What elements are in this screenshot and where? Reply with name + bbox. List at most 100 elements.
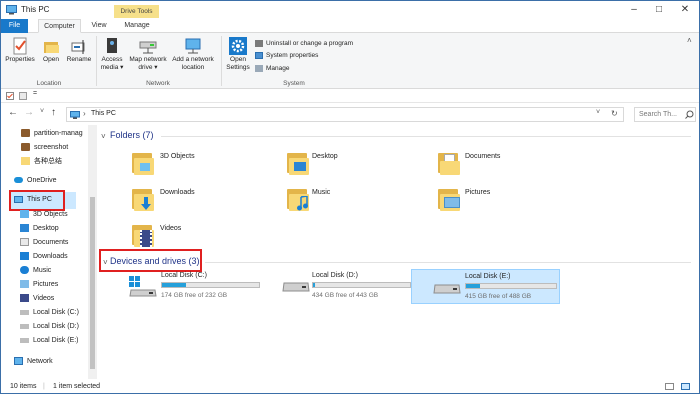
uninstall-program-button[interactable]: Uninstall or change a program: [255, 39, 365, 49]
explorer-window: This PC Drive Tools – □ ✕ File Computer …: [0, 0, 700, 394]
tab-view[interactable]: View: [85, 19, 113, 33]
close-button[interactable]: ✕: [672, 1, 698, 19]
checkmark-properties-icon: [13, 37, 27, 55]
pictures-icon: [20, 280, 29, 289]
status-item-count: 10 items: [10, 383, 37, 390]
devices-section-title[interactable]: Devices and drives (3): [110, 256, 200, 266]
back-button[interactable]: ←: [8, 107, 18, 118]
folder-tile-downloads[interactable]: Downloads: [132, 187, 262, 215]
window-title: This PC: [21, 5, 50, 14]
status-divider: |: [43, 383, 45, 390]
folder-icon: [21, 157, 30, 166]
add-location-label-1: Add a network: [172, 56, 214, 63]
address-this-pc[interactable]: This PC: [91, 110, 116, 117]
sidebar-item-network[interactable]: Network: [14, 355, 86, 369]
large-icons-view-icon[interactable]: [681, 383, 690, 390]
collapse-folders-icon[interactable]: ˅: [101, 132, 106, 141]
sidebar-item-label: Network: [27, 358, 53, 365]
sidebar-item-3d-objects[interactable]: 3D Objects: [20, 208, 88, 222]
drive-label: Local Disk (E:): [465, 273, 511, 280]
this-pc-icon: [70, 111, 80, 119]
recent-locations-button[interactable]: ˅: [40, 108, 44, 115]
address-bar[interactable]: › This PC ˅ ↻: [66, 107, 624, 122]
sidebar-item-this-pc[interactable]: This PC: [14, 193, 74, 207]
windows-drive-icon: [129, 276, 157, 297]
tab-file[interactable]: File: [1, 19, 28, 33]
properties-button[interactable]: Properties: [5, 37, 35, 64]
collapse-devices-icon[interactable]: ˅: [103, 258, 108, 267]
collapse-ribbon-icon[interactable]: ˄: [687, 36, 692, 45]
sidebar-item-pictures[interactable]: Pictures: [20, 278, 88, 292]
folder-label: Videos: [160, 225, 182, 232]
sidebar-item-downloads[interactable]: Downloads: [20, 250, 88, 264]
new-folder-qat-icon[interactable]: [19, 92, 27, 100]
folder-tile-desktop[interactable]: Desktop: [287, 151, 417, 179]
open-settings-button[interactable]: Open Settings: [224, 37, 252, 72]
maximize-button[interactable]: □: [646, 1, 672, 19]
drive-free-space: 415 GB free of 488 GB: [465, 293, 532, 300]
drive-tile-c[interactable]: Local Disk (C:) 174 GB free of 232 GB: [128, 270, 262, 303]
manage-button[interactable]: Manage: [255, 64, 365, 74]
desktop-icon: [20, 224, 29, 233]
minimize-button[interactable]: –: [621, 1, 647, 19]
up-button[interactable]: ↑: [51, 107, 56, 118]
cloud-icon: [14, 177, 23, 184]
3d-objects-icon: [20, 210, 29, 219]
folder-tile-documents[interactable]: Documents: [438, 151, 568, 179]
network-drive-icon: [139, 41, 157, 54]
sidebar-item-label: Local Disk (D:): [33, 323, 79, 330]
drive-label: Local Disk (C:): [161, 272, 207, 279]
sidebar-item-onedrive[interactable]: OneDrive: [14, 174, 86, 188]
videos-icon: [20, 294, 29, 303]
map-network-drive-button[interactable]: Map network drive ▾: [127, 37, 169, 72]
sidebar-item-local-disk-c[interactable]: Local Disk (C:): [20, 306, 88, 320]
open-settings-label-1: Open: [230, 56, 246, 63]
tab-computer[interactable]: Computer: [38, 19, 81, 33]
sidebar-item-label: 3D Objects: [33, 211, 68, 218]
properties-qat-icon[interactable]: [6, 92, 14, 100]
drive-label: Local Disk (D:): [312, 272, 358, 279]
tab-manage[interactable]: Manage: [117, 19, 157, 33]
add-network-location-button[interactable]: Add a network location: [170, 37, 216, 72]
drive-usage-fill: [162, 283, 187, 287]
sidebar-item-local-disk-e[interactable]: Local Disk (E:): [20, 334, 88, 348]
open-button[interactable]: Open: [39, 37, 63, 64]
access-media-button[interactable]: Access media ▾: [98, 37, 126, 72]
sidebar-item-desktop[interactable]: Desktop: [20, 222, 88, 236]
folder-tile-pictures[interactable]: Pictures: [438, 187, 568, 215]
search-icon: [685, 110, 694, 119]
sidebar-item-videos[interactable]: Videos: [20, 292, 88, 306]
refresh-icon[interactable]: ↻: [611, 109, 618, 118]
folder-tile-music[interactable]: Music: [287, 187, 417, 215]
folder-label: 3D Objects: [160, 153, 195, 160]
folders-section-title[interactable]: Folders (7): [110, 130, 154, 140]
this-pc-icon: [6, 5, 17, 15]
properties-label: Properties: [5, 56, 35, 63]
system-group-label: System: [283, 80, 305, 87]
address-dropdown-icon[interactable]: ˅: [596, 109, 600, 116]
rename-button[interactable]: Rename: [65, 37, 93, 64]
sidebar-item-local-disk-d[interactable]: Local Disk (D:): [20, 320, 88, 334]
nav-pane-scroll-thumb[interactable]: [90, 197, 95, 369]
drive-tile-d[interactable]: Local Disk (D:) 434 GB free of 443 GB: [281, 270, 415, 303]
sidebar-item-music[interactable]: Music: [20, 264, 88, 278]
rename-label: Rename: [66, 56, 92, 63]
drive-tile-e-selected[interactable]: Local Disk (E:) 415 GB free of 488 GB: [411, 269, 560, 304]
folder-label: Documents: [465, 153, 501, 160]
title-bar: [1, 1, 699, 19]
drive-icon: [282, 282, 310, 292]
sidebar-item-partition-manager[interactable]: partition-manag: [21, 127, 87, 141]
system-properties-icon: [255, 51, 263, 59]
sidebar-item-summary-folder[interactable]: 各种总结: [21, 155, 87, 169]
folder-tile-videos[interactable]: Videos: [132, 223, 262, 251]
network-icon: [14, 357, 23, 366]
forward-button[interactable]: →: [24, 107, 34, 118]
system-properties-button[interactable]: System properties: [255, 51, 365, 61]
sidebar-item-documents[interactable]: Documents: [20, 236, 88, 250]
drive-usage-bar: [161, 282, 260, 288]
details-view-icon[interactable]: [665, 383, 674, 390]
access-media-label-1: Access: [101, 56, 123, 63]
folder-tile-3d-objects[interactable]: 3D Objects: [132, 151, 262, 179]
sidebar-item-screenshot[interactable]: screenshot: [21, 141, 87, 155]
qat-dropdown[interactable]: =: [33, 90, 37, 97]
